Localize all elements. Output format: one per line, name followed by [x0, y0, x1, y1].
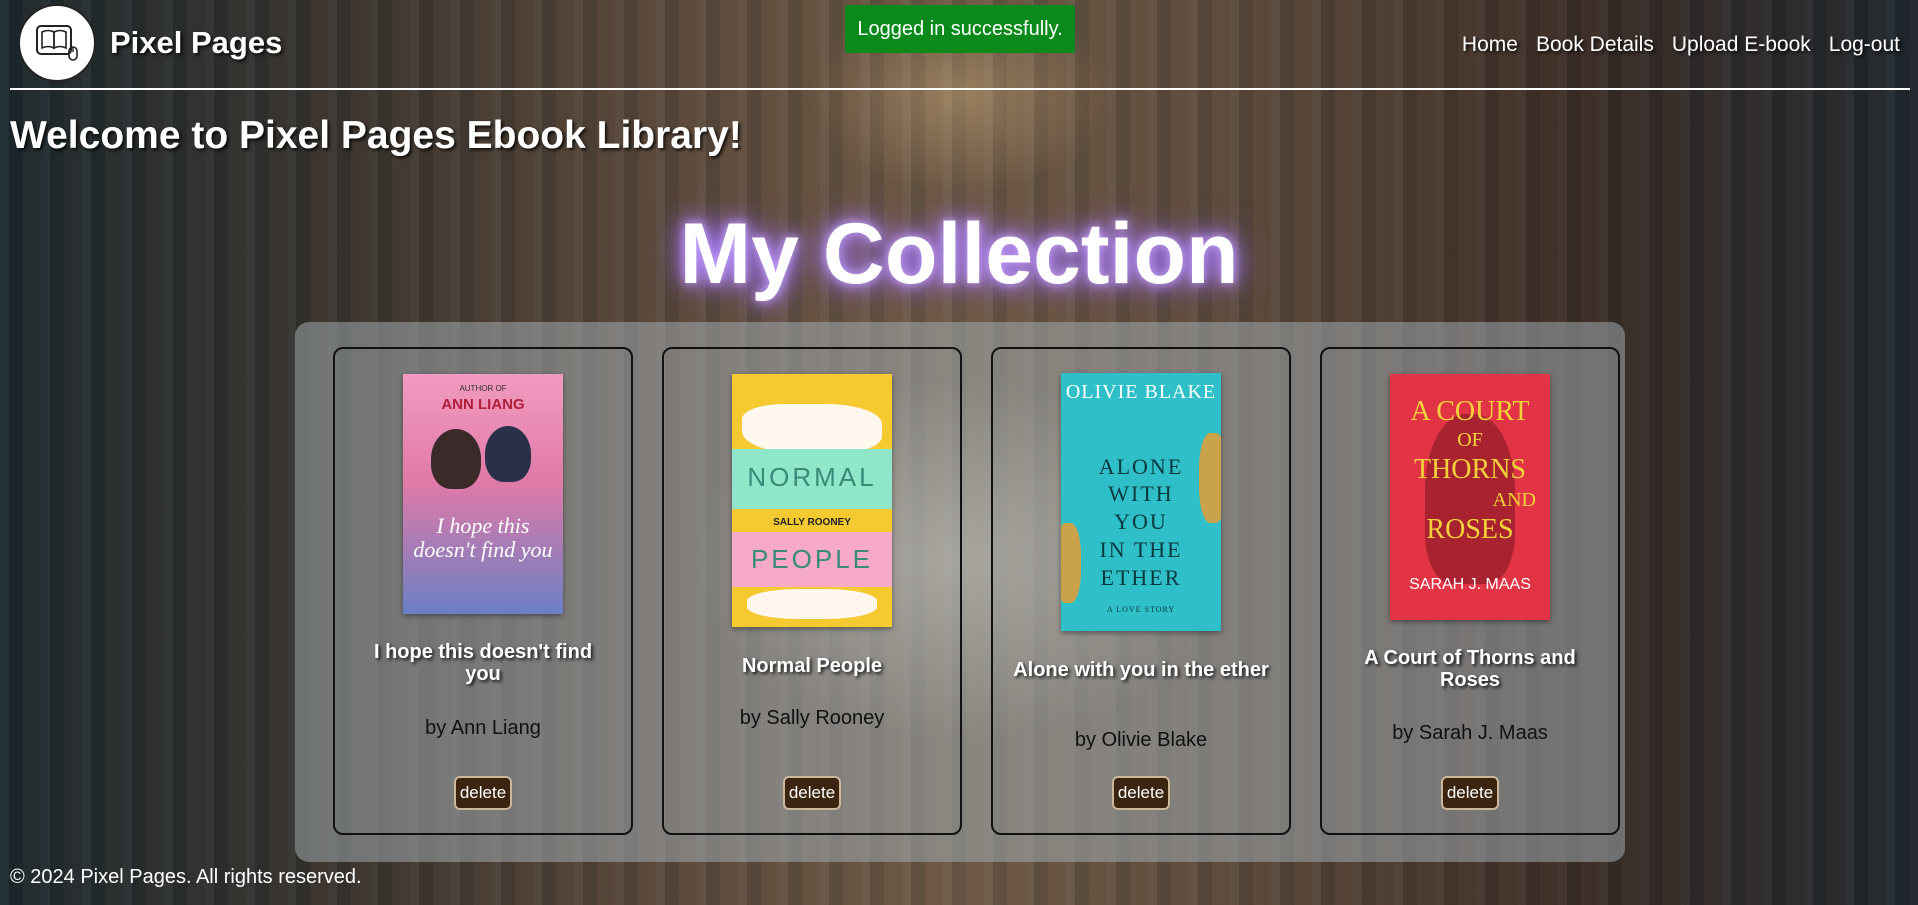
cover-author: ANN LIANG: [441, 396, 525, 413]
cover-tagline: A LOVE STORY: [1106, 605, 1176, 614]
cover-top-line: AUTHOR OF: [459, 384, 507, 393]
book-card: NORMAL SALLY ROONEY PEOPLE Normal People…: [662, 347, 962, 835]
book-card: AUTHOR OF ANN LIANG I hope this doesn't …: [333, 347, 633, 835]
welcome-heading: Welcome to Pixel Pages Ebook Library!: [10, 114, 742, 157]
cover-title-line-4: IN THE: [1099, 537, 1183, 562]
book-cover-image[interactable]: A COURT OF THORNS AND ROSES SARAH J. MAA…: [1390, 374, 1550, 620]
cover-figure-girl: [431, 429, 481, 489]
book-card: OLIVIE BLAKE ALONE WITH YOU IN THE ETHER…: [991, 347, 1291, 835]
nav-logout[interactable]: Log-out: [1829, 33, 1900, 57]
cover-author: OLIVIE BLAKE: [1065, 381, 1217, 403]
site-footer: © 2024 Pixel Pages. All rights reserved.: [10, 866, 362, 888]
book-author: by Ann Liang: [425, 717, 541, 739]
cover-title-line-4: AND: [1492, 489, 1536, 511]
delete-button[interactable]: delete: [1441, 776, 1499, 810]
brand-name[interactable]: Pixel Pages: [110, 25, 282, 61]
book-cover-image[interactable]: OLIVIE BLAKE ALONE WITH YOU IN THE ETHER…: [1061, 373, 1221, 631]
nav-home[interactable]: Home: [1462, 33, 1518, 57]
book-title: I hope this doesn't find you: [373, 641, 593, 685]
nav-book-details[interactable]: Book Details: [1536, 33, 1654, 57]
book-title: Alone with you in the ether: [1013, 659, 1269, 681]
cover-author: SALLY ROONEY: [773, 517, 851, 528]
book-title: Normal People: [741, 655, 883, 677]
cover-title-line-5: ROSES: [1426, 514, 1514, 545]
book-logo-icon[interactable]: [18, 4, 96, 82]
book-cover-image[interactable]: NORMAL SALLY ROONEY PEOPLE: [732, 374, 892, 627]
cover-title-line-2: WITH: [1108, 481, 1174, 506]
collection-panel: AUTHOR OF ANN LIANG I hope this doesn't …: [295, 322, 1625, 862]
book-author: by Sarah J. Maas: [1392, 722, 1548, 744]
cover-title-line-5: ETHER: [1100, 565, 1182, 590]
cover-title-line-1: A COURT: [1410, 396, 1530, 427]
nav-upload-ebook[interactable]: Upload E-book: [1672, 33, 1811, 57]
main-nav: Home Book Details Upload E-book Log-out: [1462, 33, 1900, 57]
book-cover-image[interactable]: AUTHOR OF ANN LIANG I hope this doesn't …: [403, 374, 563, 614]
delete-button[interactable]: delete: [1112, 776, 1170, 810]
book-author: by Olivie Blake: [1074, 729, 1208, 751]
cover-bee-right: [1199, 433, 1221, 523]
delete-button[interactable]: delete: [783, 776, 841, 810]
cover-title-line-3: THORNS: [1413, 454, 1526, 485]
cover-bee-left: [1061, 523, 1081, 603]
cover-title-script: I hope this doesn't find you: [413, 513, 553, 562]
cover-title-line-1: ALONE: [1098, 454, 1184, 479]
cover-author: SARAH J. MAAS: [1409, 576, 1531, 593]
cover-figure-boy: [485, 426, 531, 482]
cover-title-line-3: YOU: [1114, 509, 1168, 534]
cover-cloud-bottom: [747, 589, 877, 619]
cover-title-line-2: OF: [1457, 429, 1483, 451]
book-author: by Sally Rooney: [739, 707, 885, 729]
book-title: A Court of Thorns and Roses: [1364, 647, 1576, 691]
cover-word-normal: NORMAL: [747, 462, 877, 492]
delete-button[interactable]: delete: [454, 776, 512, 810]
login-success-toast: Logged in successfully.: [845, 5, 1075, 53]
cover-word-people: PEOPLE: [750, 544, 874, 574]
cover-cloud-top: [742, 404, 882, 454]
collection-title: My Collection: [679, 206, 1239, 302]
book-card: A COURT OF THORNS AND ROSES SARAH J. MAA…: [1320, 347, 1620, 835]
